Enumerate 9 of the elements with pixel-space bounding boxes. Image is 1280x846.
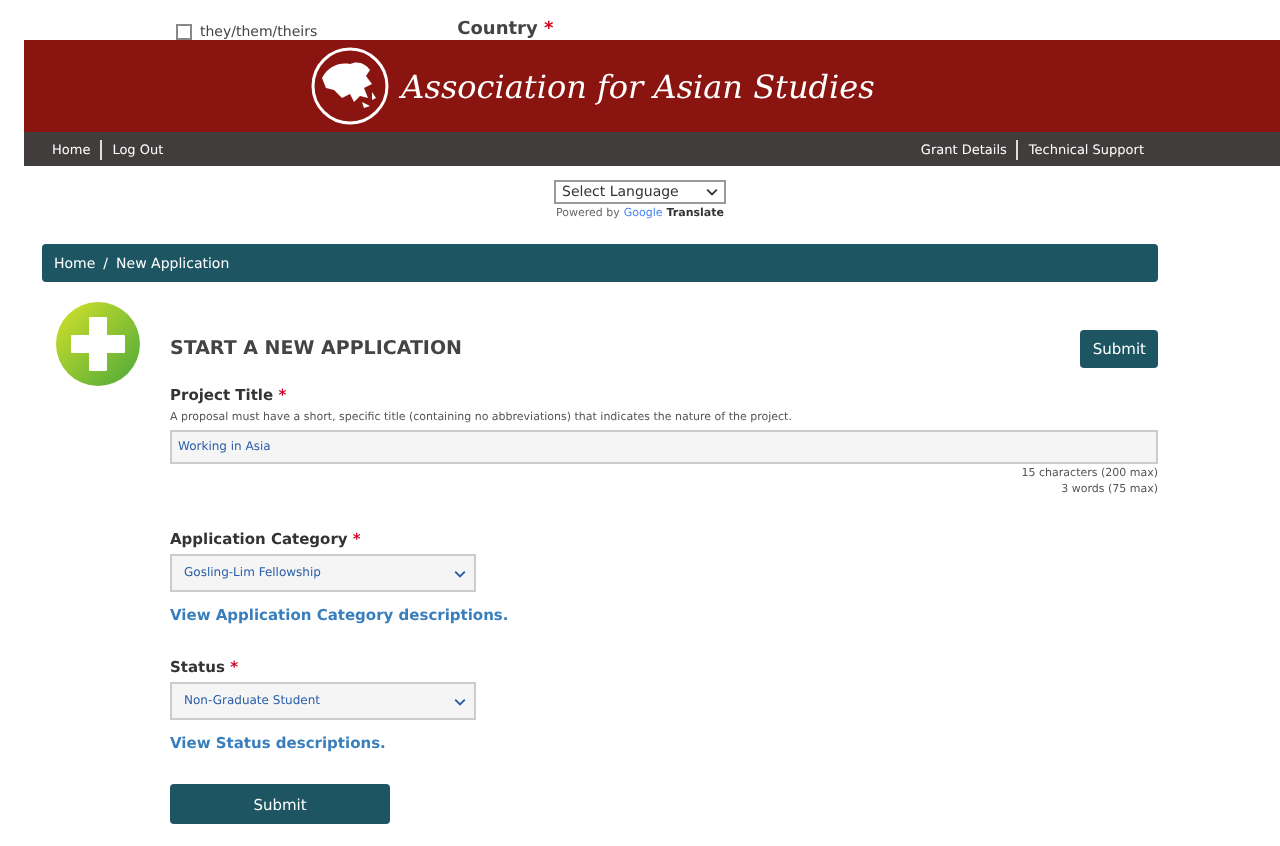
site-title: Association for Asian Studies: [401, 67, 875, 105]
chevron-down-icon: [706, 188, 718, 196]
country-label: Country *: [457, 20, 554, 40]
chevron-down-icon: [454, 569, 466, 577]
chevron-down-icon: [454, 697, 466, 705]
checkbox[interactable]: [176, 24, 192, 40]
page-heading: START A NEW APPLICATION: [170, 338, 462, 360]
globe-map-icon: [309, 46, 390, 126]
plus-circle-icon: [56, 302, 140, 386]
